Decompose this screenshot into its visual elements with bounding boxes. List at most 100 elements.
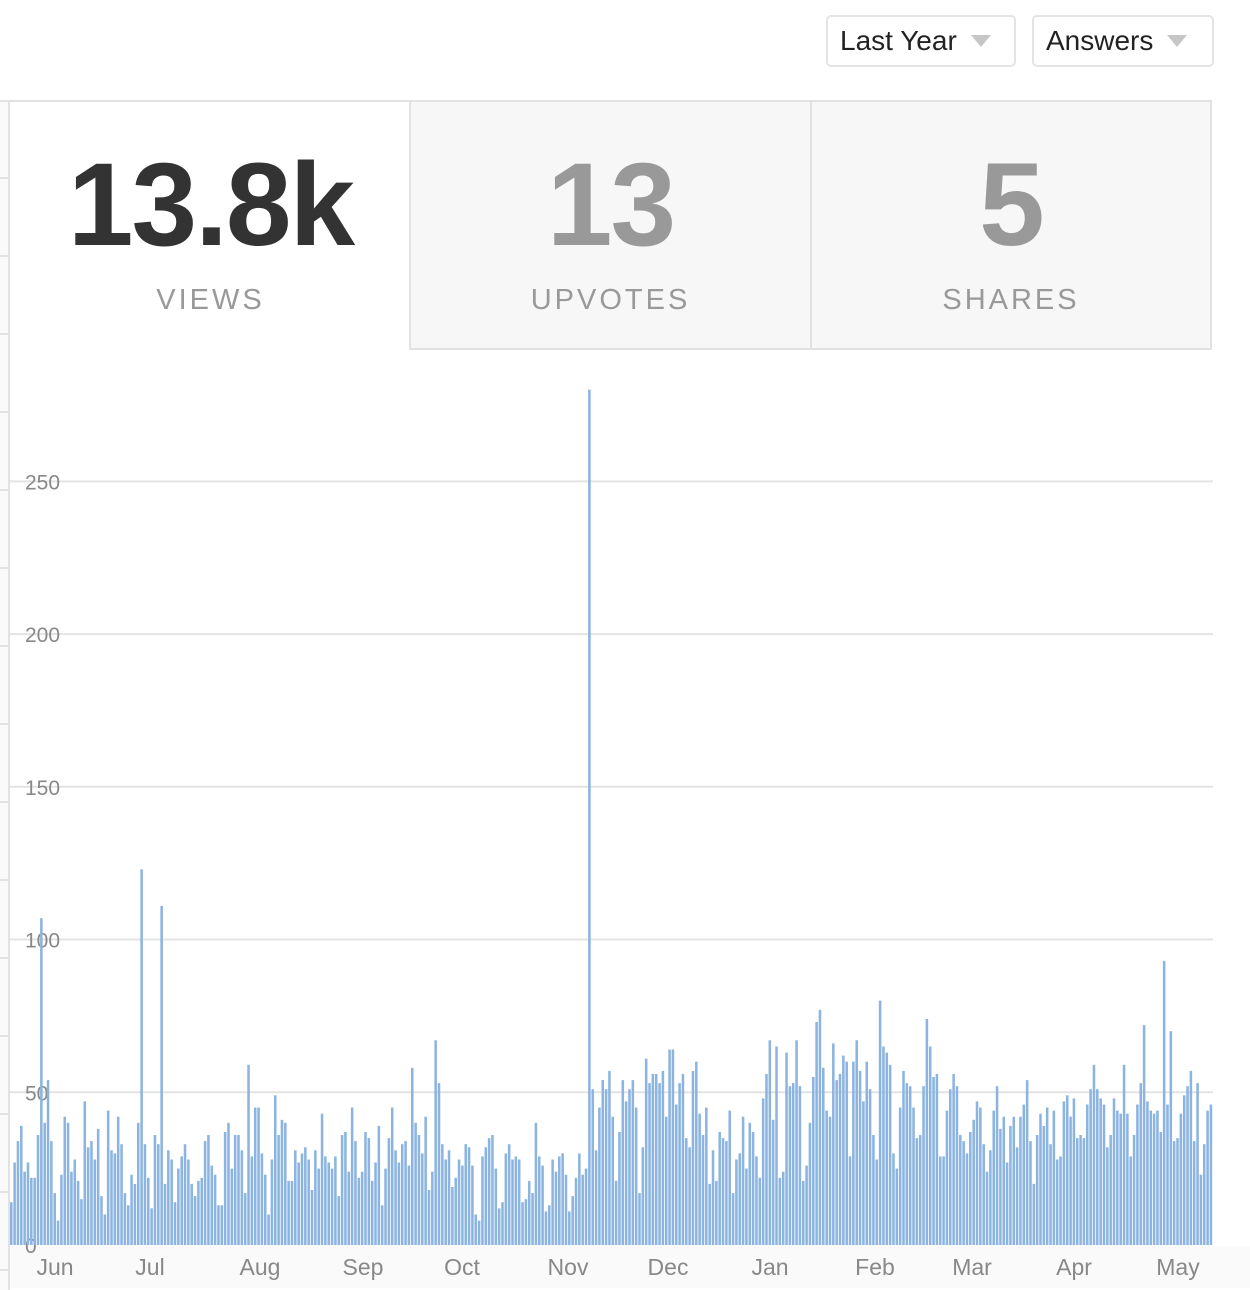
bar[interactable]: [1169, 1031, 1173, 1245]
bar[interactable]: [798, 1086, 802, 1245]
bar[interactable]: [213, 1174, 217, 1245]
bar[interactable]: [698, 1113, 701, 1245]
bar[interactable]: [1142, 1025, 1146, 1245]
bar[interactable]: [521, 1202, 524, 1245]
bar[interactable]: [888, 1064, 892, 1245]
bar[interactable]: [621, 1080, 625, 1245]
bar[interactable]: [133, 1183, 137, 1245]
bar[interactable]: [1039, 1113, 1042, 1245]
bar[interactable]: [441, 1144, 444, 1245]
bar[interactable]: [183, 1144, 187, 1245]
bar[interactable]: [688, 1147, 691, 1245]
bar[interactable]: [1035, 1135, 1039, 1245]
bar[interactable]: [725, 1141, 728, 1245]
bar[interactable]: [771, 1119, 775, 1245]
bar[interactable]: [962, 1141, 965, 1245]
bar[interactable]: [180, 1156, 183, 1245]
bar[interactable]: [297, 1162, 300, 1246]
bar[interactable]: [584, 1168, 588, 1245]
bar[interactable]: [260, 1153, 264, 1245]
bar[interactable]: [96, 1128, 100, 1245]
bar[interactable]: [761, 1098, 765, 1245]
bar[interactable]: [380, 1205, 384, 1245]
bar[interactable]: [858, 1070, 862, 1245]
bar[interactable]: [765, 1073, 768, 1245]
bar[interactable]: [822, 1067, 825, 1245]
bar[interactable]: [561, 1153, 564, 1245]
bar[interactable]: [601, 1080, 605, 1245]
bar[interactable]: [481, 1156, 484, 1245]
bar[interactable]: [233, 1135, 237, 1245]
bar[interactable]: [912, 1107, 915, 1246]
bar[interactable]: [1196, 1083, 1199, 1245]
bar[interactable]: [394, 1150, 397, 1245]
bar[interactable]: [33, 1177, 36, 1245]
bar[interactable]: [908, 1086, 912, 1245]
bar[interactable]: [1055, 1159, 1059, 1246]
bar[interactable]: [461, 1165, 464, 1245]
bar[interactable]: [314, 1150, 317, 1245]
bar[interactable]: [925, 1019, 929, 1245]
bar[interactable]: [86, 1147, 90, 1245]
bar[interactable]: [1052, 1110, 1056, 1245]
bar[interactable]: [10, 1202, 13, 1245]
bar[interactable]: [527, 1180, 531, 1245]
bar[interactable]: [350, 1107, 354, 1246]
bar[interactable]: [1005, 1162, 1009, 1246]
bar[interactable]: [263, 1174, 267, 1245]
bar[interactable]: [581, 1174, 584, 1245]
bar[interactable]: [417, 1135, 421, 1245]
bar[interactable]: [427, 1190, 431, 1245]
bar[interactable]: [364, 1132, 367, 1245]
bar[interactable]: [330, 1168, 334, 1245]
bar[interactable]: [384, 1168, 387, 1245]
bar[interactable]: [611, 1116, 615, 1245]
bar[interactable]: [457, 1159, 461, 1246]
bar[interactable]: [654, 1073, 658, 1245]
bar[interactable]: [785, 1052, 788, 1245]
bar[interactable]: [985, 1171, 989, 1245]
bar[interactable]: [377, 1125, 381, 1245]
bar[interactable]: [1186, 1086, 1189, 1245]
bar[interactable]: [227, 1122, 230, 1245]
bar[interactable]: [825, 1110, 828, 1245]
bar[interactable]: [484, 1147, 488, 1245]
bar[interactable]: [1045, 1107, 1049, 1246]
bar[interactable]: [848, 1156, 852, 1245]
bar[interactable]: [815, 1022, 818, 1245]
bar[interactable]: [270, 1159, 274, 1246]
bar[interactable]: [163, 1183, 167, 1245]
bar[interactable]: [103, 1214, 107, 1246]
bar[interactable]: [434, 1040, 437, 1245]
bar[interactable]: [969, 1132, 972, 1245]
bar[interactable]: [832, 1043, 835, 1245]
bar[interactable]: [644, 1058, 648, 1245]
bar[interactable]: [1075, 1138, 1079, 1245]
bar[interactable]: [167, 1150, 170, 1245]
bar[interactable]: [1086, 1104, 1089, 1246]
bar[interactable]: [421, 1153, 424, 1245]
bar[interactable]: [76, 1180, 80, 1245]
bar[interactable]: [1209, 1104, 1213, 1246]
bar[interactable]: [738, 1153, 742, 1245]
bar[interactable]: [674, 1104, 678, 1246]
bar[interactable]: [745, 1168, 748, 1245]
bar[interactable]: [1025, 1080, 1029, 1245]
bar[interactable]: [932, 1077, 935, 1245]
bar[interactable]: [775, 1046, 778, 1246]
bar[interactable]: [43, 1122, 46, 1245]
bar[interactable]: [875, 1159, 879, 1246]
bar[interactable]: [197, 1180, 200, 1245]
bar[interactable]: [661, 1070, 665, 1245]
bar[interactable]: [73, 1159, 77, 1246]
bar[interactable]: [310, 1190, 314, 1245]
bar[interactable]: [1179, 1113, 1183, 1245]
bar[interactable]: [173, 1202, 177, 1245]
bar[interactable]: [705, 1107, 708, 1246]
bar[interactable]: [504, 1153, 508, 1245]
bar[interactable]: [591, 1089, 594, 1245]
bar[interactable]: [30, 1177, 33, 1245]
bar[interactable]: [397, 1162, 401, 1246]
bar[interactable]: [477, 1220, 481, 1245]
bar[interactable]: [160, 905, 163, 1245]
